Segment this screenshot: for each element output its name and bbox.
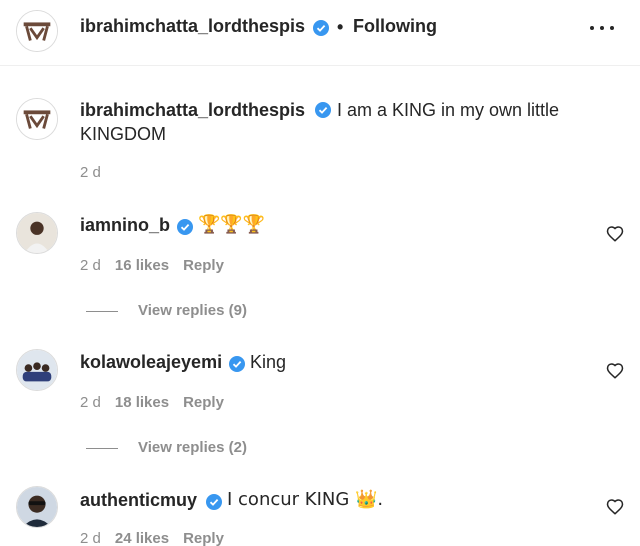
commenter-avatar[interactable]: [16, 486, 58, 528]
comment-time: 2 d: [80, 257, 101, 274]
replies-divider-line: [86, 447, 118, 449]
like-heart-icon[interactable]: [606, 362, 624, 380]
view-replies-label: View replies (9): [138, 302, 247, 319]
view-replies-button[interactable]: View replies (9): [86, 302, 247, 319]
comment-likes[interactable]: 16 likes: [115, 257, 169, 274]
replies-divider-line: [86, 310, 118, 312]
caption-time: 2 d: [80, 164, 101, 181]
comment-meta: 2 d 16 likes Reply: [80, 257, 224, 274]
commenter-username[interactable]: kolawoleajeyemi: [80, 352, 222, 373]
reply-button[interactable]: Reply: [183, 257, 224, 274]
commenter-avatar[interactable]: [16, 349, 58, 391]
more-options-icon[interactable]: [588, 18, 616, 38]
verified-badge-icon: [229, 356, 245, 372]
caption-avatar[interactable]: [16, 98, 58, 140]
caption-text-line1: I am a KING in my own little: [337, 100, 560, 120]
view-replies-button[interactable]: View replies (2): [86, 439, 247, 456]
like-heart-icon[interactable]: [606, 225, 624, 243]
author-username[interactable]: ibrahimchatta_lordthespis: [80, 16, 305, 37]
post-header: ibrahimchatta_lordthespis • Following: [0, 0, 640, 66]
comment-text: King: [250, 352, 287, 372]
comment-text: I concur KING 👑.: [227, 489, 384, 510]
view-replies-label: View replies (2): [138, 439, 247, 456]
following-button[interactable]: Following: [353, 16, 437, 37]
caption-text-line2: KINGDOM: [80, 124, 167, 144]
commenter-username[interactable]: authenticmuy: [80, 490, 197, 511]
comment-text: 🏆🏆🏆: [198, 214, 266, 235]
verified-badge-icon: [315, 102, 331, 118]
comment-likes[interactable]: 18 likes: [115, 394, 169, 411]
author-avatar[interactable]: [16, 10, 58, 52]
like-heart-icon[interactable]: [606, 498, 624, 516]
commenter-avatar[interactable]: [16, 212, 58, 254]
verified-badge-icon: [206, 494, 222, 510]
comment-meta: 2 d 18 likes Reply: [80, 394, 224, 411]
verified-badge-icon: [313, 20, 329, 36]
reply-button[interactable]: Reply: [183, 530, 224, 546]
comment-meta: 2 d 24 likes Reply: [80, 530, 224, 546]
verified-badge-icon: [177, 219, 193, 235]
comment-time: 2 d: [80, 394, 101, 411]
comment-time: 2 d: [80, 530, 101, 546]
reply-button[interactable]: Reply: [183, 394, 224, 411]
commenter-username[interactable]: iamnino_b: [80, 215, 170, 236]
header-separator: •: [337, 17, 344, 37]
comment-likes[interactable]: 24 likes: [115, 530, 169, 546]
caption-username[interactable]: ibrahimchatta_lordthespis: [80, 100, 305, 121]
